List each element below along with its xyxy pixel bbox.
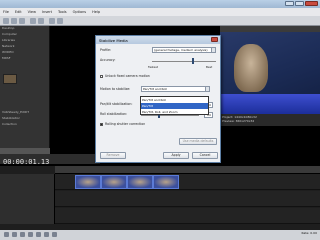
- remove-button[interactable]: Remove: [100, 152, 126, 159]
- explorer-item[interactable]: MDSF: [0, 56, 49, 62]
- save-icon[interactable]: [19, 18, 25, 24]
- menu-options[interactable]: Options: [70, 10, 90, 14]
- preview-image-bench: [220, 94, 320, 114]
- roll-label: Roll stabilization:: [100, 112, 128, 116]
- fixed-camera-checkbox[interactable]: [100, 75, 103, 78]
- chevron-down-icon: [211, 48, 215, 52]
- timeline-ruler[interactable]: [55, 166, 320, 174]
- motion-dropdown[interactable]: Pan/Tilt and Roll: [141, 86, 210, 92]
- menu-view[interactable]: View: [25, 10, 39, 14]
- new-project-icon[interactable]: [3, 18, 9, 24]
- preview-info-line: Preview: 360x270x32: [222, 119, 255, 123]
- cancel-button[interactable]: Cancel: [192, 152, 218, 159]
- menu-help[interactable]: Help: [89, 10, 103, 14]
- accuracy-max-label: Best: [206, 65, 213, 69]
- record-icon[interactable]: [4, 232, 9, 237]
- menu-bar: File Edit View Insert Tools Options Help: [0, 8, 320, 16]
- track-headers: [0, 174, 55, 224]
- video-clip[interactable]: [101, 175, 127, 189]
- timeline: Rate: 0.00: [0, 166, 320, 240]
- undo-icon[interactable]: [30, 18, 36, 24]
- menu-file[interactable]: File: [0, 10, 12, 14]
- cut-icon[interactable]: [49, 18, 55, 24]
- preview-toolbar: [220, 26, 320, 32]
- transport-bar: Rate: 0.00: [0, 230, 320, 240]
- pantilt-label: Pan/tilt stabilization:: [100, 102, 133, 106]
- next-frame-icon[interactable]: [52, 232, 57, 237]
- video-track[interactable]: [55, 174, 320, 190]
- accuracy-slider-track[interactable]: [152, 61, 216, 62]
- motion-value: Pan/Tilt and Roll: [143, 87, 168, 91]
- motion-option[interactable]: Pan/Tilt, Roll, and Zoom: [141, 109, 208, 115]
- maximize-button[interactable]: [295, 1, 304, 6]
- minimize-button[interactable]: [285, 1, 294, 6]
- preview-info: Project: 1440x1080x32 Preview: 360x270x3…: [220, 114, 320, 126]
- preview-image-plush-toy: [234, 44, 268, 92]
- profile-dropdown[interactable]: (general footage, medium analysis): [152, 47, 216, 53]
- explorer-file[interactable]: Collection: [0, 122, 17, 128]
- fixed-camera-label: Unlock fixed camera motion: [105, 74, 150, 78]
- dialog-title: Stabilize Media: [96, 36, 220, 44]
- profile-value: (general footage, medium analysis): [154, 48, 208, 52]
- play-icon[interactable]: [20, 232, 25, 237]
- window-title-bar: [0, 0, 320, 8]
- rolling-shutter-label: Rolling shutter correction: [105, 122, 146, 126]
- roll-slider-track[interactable]: [141, 115, 199, 116]
- menu-tools[interactable]: Tools: [55, 10, 70, 14]
- pause-icon[interactable]: [28, 232, 33, 237]
- explorer-panel: Desktop Computer Libraries Network WVDEO…: [0, 26, 50, 154]
- apply-button[interactable]: Apply: [163, 152, 189, 159]
- motion-label: Motion to stabilize:: [100, 87, 131, 91]
- video-clip[interactable]: [75, 175, 101, 189]
- rate-readout: Rate: 0.00: [301, 231, 317, 235]
- chevron-down-icon: [205, 87, 209, 91]
- rolling-shutter-checkbox[interactable]: [100, 123, 103, 126]
- stop-icon[interactable]: [36, 232, 41, 237]
- video-preview: Project: 1440x1080x32 Preview: 360x270x3…: [220, 26, 320, 126]
- profile-label: Profile:: [100, 48, 111, 52]
- menu-edit[interactable]: Edit: [12, 10, 25, 14]
- main-toolbar: [0, 16, 320, 26]
- motion-dropdown-list: Pan/Tilt and Roll Pan/Tilt Pan/Tilt, Rol…: [140, 96, 209, 115]
- redo-icon[interactable]: [38, 18, 44, 24]
- open-icon[interactable]: [11, 18, 17, 24]
- audio-track[interactable]: [55, 208, 320, 224]
- video-clip[interactable]: [153, 175, 179, 189]
- accuracy-min-label: Fastest: [148, 65, 158, 69]
- prev-frame-icon[interactable]: [44, 232, 49, 237]
- timecode-display: 00:00:01.13: [3, 158, 50, 166]
- menu-insert[interactable]: Insert: [39, 10, 55, 14]
- video-clip[interactable]: [127, 175, 153, 189]
- loop-icon[interactable]: [12, 232, 17, 237]
- media-thumbnail[interactable]: [3, 74, 17, 84]
- copy-icon[interactable]: [57, 18, 63, 24]
- close-button[interactable]: [305, 1, 318, 6]
- use-media-defaults-button[interactable]: Use media defaults: [179, 138, 217, 145]
- dialog-close-icon[interactable]: [211, 37, 218, 42]
- accuracy-label: Accuracy:: [100, 58, 116, 62]
- accuracy-slider-thumb[interactable]: [192, 58, 195, 64]
- audio-track[interactable]: [55, 191, 320, 207]
